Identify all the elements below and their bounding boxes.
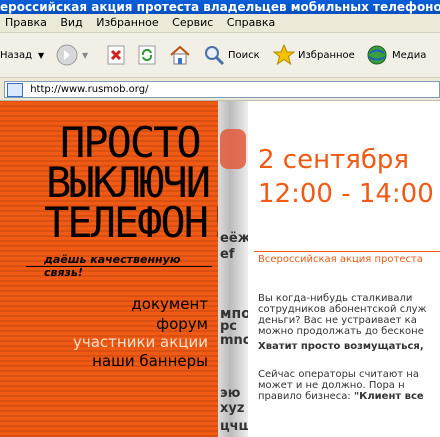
menu-favorites[interactable]: Избранное bbox=[91, 14, 163, 32]
refresh-icon bbox=[138, 45, 156, 65]
intro-paragraph: Вы когда-нибудь сталкивали сотрудников а… bbox=[258, 293, 440, 337]
refresh-button[interactable] bbox=[136, 43, 158, 67]
home-icon bbox=[170, 45, 190, 65]
menu-edit[interactable]: Правка bbox=[0, 14, 52, 32]
nav-link-document[interactable]: документ bbox=[131, 295, 208, 313]
keypad-text-5: mno bbox=[220, 333, 248, 348]
favorites-star-icon bbox=[272, 43, 296, 66]
window-title: ероссийская акция протеста владельцев мо… bbox=[0, 0, 440, 14]
logo-line-1: ПРОСТО bbox=[60, 118, 202, 167]
keypad-text-2: ef bbox=[220, 247, 235, 262]
address-input[interactable]: http://www.rusmob.org/ bbox=[4, 81, 440, 98]
call-to-action: Хватит просто возмущаться, bbox=[258, 341, 424, 352]
second-paragraph: Сейчас операторы считают на может и не д… bbox=[258, 369, 424, 402]
keypad-text-1: еёж bbox=[220, 231, 248, 246]
intro-line-1: Вы когда-нибудь сталкивали bbox=[258, 293, 413, 304]
phone-keypad-image: еёж ef мпо pc mno эю xyz цчш bbox=[218, 101, 248, 437]
forward-dropdown-icon[interactable]: ▼ bbox=[82, 51, 88, 60]
event-time: 12:00 - 14:00 bbox=[258, 179, 434, 209]
intro-line-2: сотрудников абонентской служ bbox=[258, 304, 427, 315]
rule-text: правило бизнеса: bbox=[258, 391, 354, 402]
media-globe-icon bbox=[367, 45, 387, 65]
intro-line-3: деньги? Вас не устраивает ка bbox=[258, 315, 417, 326]
forward-button[interactable]: ▼ bbox=[55, 43, 88, 67]
search-button[interactable]: Поиск bbox=[203, 43, 260, 67]
left-banner: ПРОСТО ВЫКЛЮЧИ ТЕЛЕФОН! даёшь качественн… bbox=[0, 101, 218, 437]
favorites-label: Избранное bbox=[298, 49, 355, 61]
menu-tools[interactable]: Сервис bbox=[167, 14, 218, 32]
slogan-divider bbox=[26, 266, 212, 267]
rule-quote: "Клиент все bbox=[353, 391, 424, 402]
search-icon bbox=[205, 46, 225, 66]
event-date: 2 сентября bbox=[258, 145, 410, 175]
stop-icon bbox=[107, 45, 125, 65]
keypad-text-7: xyz bbox=[220, 401, 245, 416]
keypad-text-8: цчш bbox=[220, 419, 248, 434]
menu-view[interactable]: Вид bbox=[55, 14, 87, 32]
media-button[interactable]: Медиа bbox=[366, 43, 426, 67]
headline-rule bbox=[254, 251, 440, 252]
window-title-bar: ероссийская акция протеста владельцев мо… bbox=[0, 0, 440, 14]
second-line-2: может и не должно. Пора н bbox=[258, 380, 405, 391]
menu-help[interactable]: Справка bbox=[222, 14, 280, 32]
back-label: Назад bbox=[0, 49, 33, 61]
keypad-text-4: pc bbox=[220, 319, 238, 334]
nav-link-participants[interactable]: участники акции bbox=[73, 333, 208, 351]
media-label: Медиа bbox=[392, 49, 427, 61]
second-line-3: правило бизнеса: "Клиент все bbox=[258, 391, 424, 402]
stop-button[interactable] bbox=[105, 43, 127, 67]
forward-icon bbox=[56, 44, 78, 66]
home-button[interactable] bbox=[168, 43, 192, 67]
page-content: ПРОСТО ВЫКЛЮЧИ ТЕЛЕФОН! даёшь качественн… bbox=[0, 101, 440, 437]
back-button[interactable]: Назад ▼ bbox=[0, 43, 44, 67]
favorites-button[interactable]: Избранное bbox=[272, 43, 355, 67]
search-label: Поиск bbox=[228, 49, 260, 61]
intro-line-4: можно продолжать до бесконе bbox=[258, 326, 424, 337]
nav-link-forum[interactable]: форум bbox=[156, 315, 208, 333]
second-line-1: Сейчас операторы считают на bbox=[258, 369, 419, 380]
logo-line-3: ТЕЛЕФОН! bbox=[44, 198, 218, 247]
address-url: http://www.rusmob.org/ bbox=[30, 84, 149, 95]
toolbar: Назад ▼ ▼ Поиск Избранное Медиа bbox=[0, 33, 440, 78]
logo-line-2: ВЫКЛЮЧИ bbox=[46, 158, 211, 207]
nav-link-banners[interactable]: наши баннеры bbox=[92, 352, 208, 370]
keypad-text-6: эю bbox=[220, 386, 241, 401]
menu-bar: Правка Вид Избранное Сервис Справка bbox=[0, 14, 440, 33]
dropdown-arrow-icon[interactable]: ▼ bbox=[38, 51, 44, 60]
address-bar: http://www.rusmob.org/ bbox=[0, 78, 440, 101]
page-icon bbox=[7, 83, 23, 97]
headline: Всероссийская акция протеста bbox=[258, 254, 423, 265]
phone-logo-graphic bbox=[220, 129, 246, 169]
